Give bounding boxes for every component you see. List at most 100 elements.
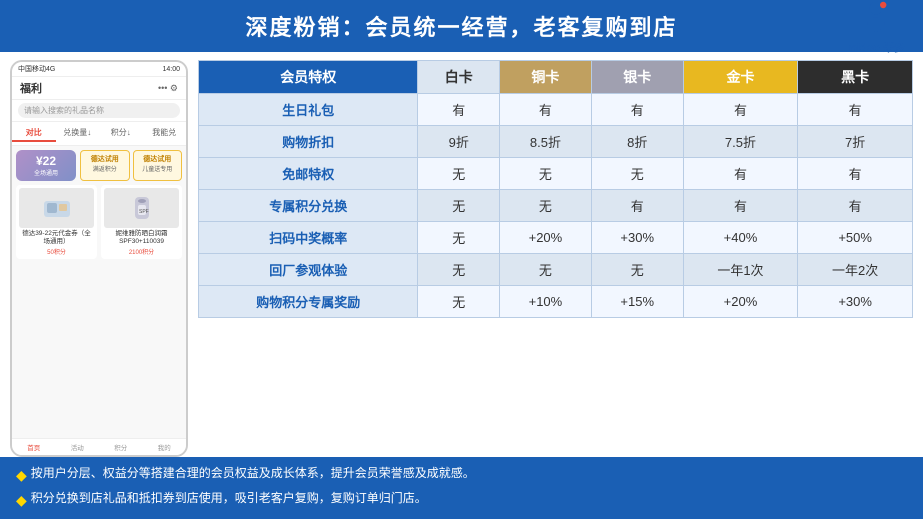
bottom-nav-activity[interactable]: 活动	[56, 442, 100, 452]
cell-birthday-black: 有	[798, 94, 913, 126]
footer-item-1: ◆ 按用户分层、权益分等搭建合理的会员权益及成长体系，提升会员荣誉感及成就感。	[16, 463, 907, 488]
cell-scan-bronze: +20%	[500, 222, 592, 254]
bottom-nav-points[interactable]: 积分	[99, 442, 143, 452]
feature-exclusive-points: 专属积分兑换	[199, 190, 418, 222]
table-row: 购物积分专属奖励 无 +10% +15% +20% +30%	[199, 286, 913, 318]
product-svg-1	[42, 193, 72, 223]
coupon-amount: ¥22	[20, 154, 72, 168]
cell-epoints-bronze: 无	[500, 190, 592, 222]
cell-scan-black: +50%	[798, 222, 913, 254]
cell-bonus-gold: +20%	[683, 286, 798, 318]
cell-birthday-bronze: 有	[500, 94, 592, 126]
tab-redeemable[interactable]: 我能兑	[143, 125, 187, 142]
cell-tour-gold: 一年1次	[683, 254, 798, 286]
cell-discount-silver: 8折	[591, 126, 683, 158]
coupon-small-1: 德达试用 满返积分	[80, 150, 130, 181]
footer: ◆ 按用户分层、权益分等搭建合理的会员权益及成长体系，提升会员荣誉感及成就感。 …	[0, 457, 923, 519]
product-row: 德达39-22元代金券（全场通用） 50积分 SPF 妮维雅防	[16, 185, 182, 259]
footer-text-2: 积分兑换到店礼品和抵扣券到店使用，吸引老客户复购，复购订单归门店。	[31, 488, 427, 510]
cell-tour-black: 一年2次	[798, 254, 913, 286]
col-header-gold: 金卡	[683, 61, 798, 94]
carrier-text: 中国移动4G	[18, 64, 55, 74]
logo-icon	[856, 0, 896, 37]
cell-bonus-bronze: +10%	[500, 286, 592, 318]
cell-bonus-black: +30%	[798, 286, 913, 318]
coupon-card-main: ¥22 全场通用	[16, 150, 76, 181]
phone-mockup: 中国移动4G 14:00 福利 ••• ⚙ 请输入搜索的礼品名称 对比 兑换量↓…	[10, 60, 188, 457]
col-header-feature: 会员特权	[199, 61, 418, 94]
col-header-bronze: 铜卡	[500, 61, 592, 94]
cell-birthday-silver: 有	[591, 94, 683, 126]
product-svg-2: SPF	[127, 193, 157, 223]
product-points-2: 2100积分	[104, 247, 179, 256]
footer-bullet-1: ◆	[16, 463, 27, 488]
tab-compare[interactable]: 对比	[12, 125, 56, 142]
table-row: 回厂参观体验 无 无 无 一年1次 一年2次	[199, 254, 913, 286]
bottom-nav-mine[interactable]: 我的	[143, 442, 187, 452]
cell-bonus-silver: +15%	[591, 286, 683, 318]
svg-text:SPF: SPF	[139, 209, 149, 215]
logo-text: midoo 米多	[847, 39, 905, 55]
feature-shopping-bonus: 购物积分专属奖励	[199, 286, 418, 318]
cell-bonus-white: 无	[418, 286, 500, 318]
product-points-1: 50积分	[19, 247, 94, 256]
page-title: 深度粉销：会员统一经营，老客复购到店	[245, 15, 677, 40]
tab-points[interactable]: 积分↓	[99, 125, 143, 142]
phone-bottom-nav: 首页 活动 积分 我的	[12, 438, 186, 455]
table-header: 会员特权 白卡 铜卡 银卡 金卡 黑卡	[199, 61, 913, 94]
cell-tour-white: 无	[418, 254, 500, 286]
table-row: 免邮特权 无 无 无 有 有	[199, 158, 913, 190]
cell-scan-silver: +30%	[591, 222, 683, 254]
product-item-1: 德达39-22元代金券（全场通用） 50积分	[16, 185, 97, 259]
coupon-desc: 全场通用	[20, 168, 72, 177]
phone-search: 请输入搜索的礼品名称	[12, 100, 186, 122]
logo-area: midoo 米多	[847, 0, 905, 55]
cell-tour-silver: 无	[591, 254, 683, 286]
cell-discount-gold: 7.5折	[683, 126, 798, 158]
cell-freeship-silver: 无	[591, 158, 683, 190]
footer-item-2: ◆ 积分兑换到店礼品和抵扣券到店使用，吸引老客户复购，复购订单归门店。	[16, 488, 907, 513]
table-row: 购物折扣 9折 8.5折 8折 7.5折 7折	[199, 126, 913, 158]
phone-nav-title: 福利	[20, 80, 42, 96]
phone-nav-icons: ••• ⚙	[158, 83, 178, 94]
cell-epoints-gold: 有	[683, 190, 798, 222]
cell-scan-gold: +40%	[683, 222, 798, 254]
cell-discount-white: 9折	[418, 126, 500, 158]
phone-tabs: 对比 兑换量↓ 积分↓ 我能兑	[12, 122, 186, 146]
cell-scan-white: 无	[418, 222, 500, 254]
coupon-small-2: 德达试用 儿童送专用	[133, 150, 183, 181]
header: 深度粉销：会员统一经营，老客复购到店 midoo 米多	[0, 0, 923, 52]
cell-epoints-black: 有	[798, 190, 913, 222]
phone-search-bar: 请输入搜索的礼品名称	[18, 103, 180, 118]
phone-nav: 福利 ••• ⚙	[12, 77, 186, 100]
product-img-2: SPF	[104, 188, 179, 228]
product-name-2: 妮维雅防晒白润霜SPF30+110039	[104, 230, 179, 246]
cell-epoints-silver: 有	[591, 190, 683, 222]
feature-factory-tour: 回厂参观体验	[199, 254, 418, 286]
cell-discount-bronze: 8.5折	[500, 126, 592, 158]
table-row: 专属积分兑换 无 无 有 有 有	[199, 190, 913, 222]
cell-epoints-white: 无	[418, 190, 500, 222]
bottom-nav-home[interactable]: 首页	[12, 442, 56, 452]
feature-freeship: 免邮特权	[199, 158, 418, 190]
time-text: 14:00	[162, 66, 180, 73]
main-content: 中国移动4G 14:00 福利 ••• ⚙ 请输入搜索的礼品名称 对比 兑换量↓…	[0, 52, 923, 457]
feature-discount: 购物折扣	[199, 126, 418, 158]
cell-discount-black: 7折	[798, 126, 913, 158]
search-placeholder: 请输入搜索的礼品名称	[24, 106, 104, 115]
tab-exchange-volume[interactable]: 兑换量↓	[56, 125, 100, 142]
col-header-black: 黑卡	[798, 61, 913, 94]
table-row: 扫码中奖概率 无 +20% +30% +40% +50%	[199, 222, 913, 254]
phone-content: ¥22 全场通用 德达试用 满返积分 德达试用 儿童送专用	[12, 146, 186, 438]
cell-freeship-black: 有	[798, 158, 913, 190]
col-header-white: 白卡	[418, 61, 500, 94]
feature-scan-prize: 扫码中奖概率	[199, 222, 418, 254]
product-img-1	[19, 188, 94, 228]
cell-birthday-gold: 有	[683, 94, 798, 126]
coupon-row: ¥22 全场通用 德达试用 满返积分 德达试用 儿童送专用	[16, 150, 182, 181]
phone-status-bar: 中国移动4G 14:00	[12, 62, 186, 77]
cell-freeship-gold: 有	[683, 158, 798, 190]
cell-freeship-white: 无	[418, 158, 500, 190]
privilege-table: 会员特权 白卡 铜卡 银卡 金卡 黑卡 生日礼包 有 有 有 有	[198, 60, 913, 318]
cell-freeship-bronze: 无	[500, 158, 592, 190]
